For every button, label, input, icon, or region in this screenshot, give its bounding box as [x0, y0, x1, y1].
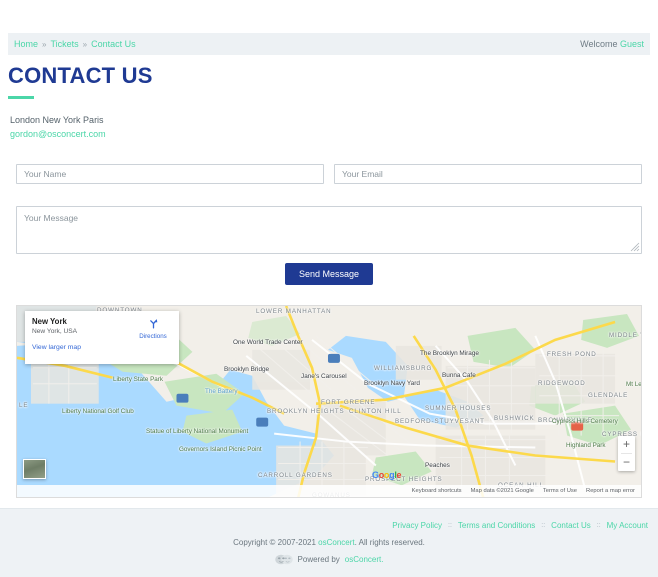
send-message-button[interactable]: Send Message [284, 262, 374, 285]
user-name-link[interactable]: Guest [620, 39, 644, 49]
copyright-prefix: Copyright © 2007-2021 [233, 538, 316, 547]
footer-link-contact-us[interactable]: Contact Us [551, 521, 591, 530]
copyright-brand-link[interactable]: osConcert [318, 538, 354, 547]
footer-link-separator: :: [596, 522, 601, 529]
footer-link-separator: :: [541, 522, 546, 529]
breadcrumb: Home » Tickets » Contact Us [14, 39, 580, 49]
breadcrumb-bar: Home » Tickets » Contact Us Welcome Gues… [8, 33, 650, 55]
contact-form: Send Message [16, 163, 642, 285]
contact-info-block: London New York Paris gordon@osconcert.c… [10, 114, 658, 142]
map-zoom-out-button[interactable]: − [618, 454, 635, 471]
message-textarea[interactable] [16, 205, 642, 254]
footer-link-my-account[interactable]: My Account [607, 521, 648, 530]
form-row-name-email [16, 163, 642, 184]
footer-link-terms-and-conditions[interactable]: Terms and Conditions [458, 521, 535, 530]
breadcrumb-item-contact-us[interactable]: Contact Us [91, 39, 136, 49]
report-map-error-link[interactable]: Report a map error [586, 488, 635, 494]
breadcrumb-separator: » [42, 39, 47, 49]
map-info-card[interactable]: New York New York, USA View larger map D… [25, 310, 179, 364]
directions-label: Directions [139, 332, 167, 340]
map-attribution-bar: Keyboard shortcuts Map data ©2021 Google… [17, 484, 641, 497]
directions-icon [149, 319, 157, 329]
welcome-message: Welcome Guest [580, 39, 644, 49]
breadcrumb-item-tickets[interactable]: Tickets [50, 39, 78, 49]
page-title: CONTACT US [8, 63, 153, 88]
map-data-label: Map data ©2021 Google [470, 487, 534, 494]
map-zoom-in-button[interactable]: + [618, 436, 635, 453]
google-logo[interactable]: Google [372, 469, 402, 480]
footer-links: Privacy Policy :: Terms and Conditions :… [0, 509, 658, 530]
page-header: CONTACT US [8, 65, 658, 99]
footer-link-separator: :: [448, 522, 452, 529]
street-view-thumbnail[interactable] [23, 458, 46, 479]
name-input[interactable] [16, 163, 324, 184]
copyright-suffix: . All rights reserved. [354, 538, 425, 547]
google-map[interactable]: LOWER MANHATTANDOWNTOWNOne World Trade C… [16, 304, 642, 498]
contact-locations: London New York Paris [10, 115, 104, 125]
google-logo-letter: e [396, 469, 402, 480]
breadcrumb-item-home[interactable]: Home [14, 39, 38, 49]
title-underline-rule [8, 96, 34, 99]
view-larger-map-link[interactable]: View larger map [32, 344, 81, 351]
page-footer: Privacy Policy :: Terms and Conditions :… [0, 508, 658, 577]
terms-of-use-link[interactable]: Terms of Use [543, 488, 577, 494]
map-zoom-controls[interactable]: + − [618, 435, 635, 471]
contact-email-link[interactable]: gordon@osconcert.com [10, 128, 658, 142]
footer-link-privacy-policy[interactable]: Privacy Policy [392, 521, 442, 530]
copyright-text: Copyright © 2007-2021 osConcert. All rig… [0, 538, 658, 547]
powered-by-brand-link[interactable]: osConcert. [345, 555, 384, 564]
form-actions: Send Message [16, 262, 642, 285]
powered-by-label: Powered by [297, 555, 340, 564]
theater-masks-icon [274, 554, 293, 565]
google-logo-letter: G [372, 469, 379, 480]
directions-button[interactable]: Directions [136, 317, 170, 340]
keyboard-shortcuts-label[interactable]: Keyboard shortcuts [412, 488, 462, 494]
email-input[interactable] [334, 163, 642, 184]
powered-by-block: Powered by osConcert. [0, 553, 658, 566]
message-field-wrapper [16, 205, 642, 254]
breadcrumb-separator: » [82, 39, 88, 49]
welcome-label: Welcome [580, 39, 618, 49]
